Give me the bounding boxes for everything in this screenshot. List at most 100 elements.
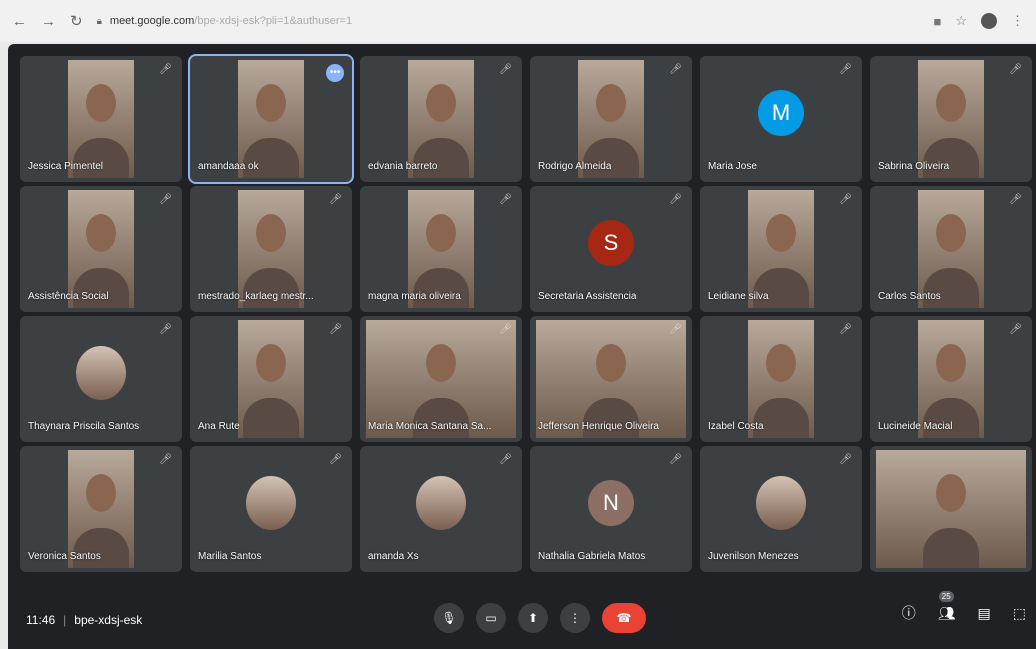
microphone-button[interactable]: 🎙︎ [434, 603, 464, 633]
browser-toolbar: ← → ↻ 🔒︎ meet.google.com/bpe-xdsj-esk?pl… [0, 0, 1036, 42]
leave-call-button[interactable]: ☎ [602, 603, 646, 633]
participant-tile[interactable]: 🎤︎ magna maria oliveira [360, 186, 522, 312]
muted-mic-icon: 🎤︎ [159, 64, 172, 75]
participant-name: mestrado_karlaeg mestr... [198, 291, 314, 302]
browser-menu-icon[interactable]: ⋮ [1011, 13, 1024, 29]
muted-mic-icon: 🎤︎ [669, 454, 682, 465]
participant-tile[interactable]: 🎤︎ edvania barreto [360, 56, 522, 182]
participant-name: magna maria oliveira [368, 291, 461, 302]
participant-avatar: S [588, 220, 634, 266]
meeting-details-icon[interactable]: ⓘ [902, 603, 916, 623]
participant-tile[interactable]: 🎤︎ Assistência Social [20, 186, 182, 312]
participant-tile[interactable]: S 🎤︎ Secretaria Assistencia [530, 186, 692, 312]
call-controls: 🎙︎ ▭ ⬆ ⋮ ☎ [434, 603, 646, 633]
profile-avatar[interactable] [981, 13, 997, 29]
participant-tile[interactable]: 🎤︎ Maria Monica Santana Sa... [360, 316, 522, 442]
participant-name: Leidiane silva [708, 291, 769, 302]
muted-mic-icon: 🎤︎ [329, 194, 342, 205]
participant-tile[interactable]: 🎤︎ Lucineide Macial [870, 316, 1032, 442]
muted-mic-icon: 🎤︎ [499, 454, 512, 465]
participant-tile[interactable]: 🎤︎ Izabel Costa [700, 316, 862, 442]
meeting-time: 11:46 [26, 613, 56, 627]
lock-icon: 🔒︎ [96, 15, 102, 27]
participant-name: Secretaria Assistencia [538, 291, 637, 302]
participant-name: Jefferson Henrique Oliveira [538, 421, 659, 432]
camera-button[interactable]: ▭ [476, 603, 506, 633]
participant-name: edvania barreto [368, 161, 438, 172]
muted-mic-icon: 🎤︎ [669, 194, 682, 205]
participant-profile-photo [76, 346, 126, 400]
participant-tile[interactable]: N 🎤︎ Nathalia Gabriela Matos [530, 446, 692, 572]
participant-tile[interactable]: 🎤︎ Carlos Santos [870, 186, 1032, 312]
participant-tile[interactable]: ••• amandaaa ok [188, 54, 354, 184]
muted-mic-icon: 🎤︎ [839, 194, 852, 205]
muted-mic-icon: 🎤︎ [499, 194, 512, 205]
muted-mic-icon: 🎤︎ [499, 324, 512, 335]
address-bar[interactable]: meet.google.com/bpe-xdsj-esk?pli=1&authu… [110, 15, 352, 27]
url-path: /bpe-xdsj-esk?pli=1&authuser=1 [194, 15, 353, 27]
participant-name: Juvenilson Menezes [708, 551, 799, 562]
participant-video [876, 450, 1026, 568]
participant-name: Thaynara Priscila Santos [28, 421, 140, 432]
url-domain: meet.google.com [109, 15, 195, 27]
participant-name: Izabel Costa [708, 421, 764, 432]
participant-tile[interactable]: 🎤︎ Rodrigo Almeida [530, 56, 692, 182]
muted-mic-icon: 🎤︎ [1009, 194, 1022, 205]
participant-tile[interactable]: 🎤︎ Thaynara Priscila Santos [20, 316, 182, 442]
muted-mic-icon: 🎤︎ [329, 454, 342, 465]
participant-count-badge: 25 [938, 590, 954, 602]
participant-name: Nathalia Gabriela Matos [538, 551, 646, 562]
participant-name: amandaaa ok [198, 161, 259, 172]
chat-icon[interactable]: ▤ [978, 605, 991, 622]
participant-tile[interactable]: 🎤︎ Marilia Santos [190, 446, 352, 572]
meeting-code: bpe-xdsj-esk [74, 613, 143, 627]
participant-avatar: M [758, 90, 804, 136]
participant-options-icon[interactable]: ••• [326, 64, 344, 82]
participant-tile[interactable]: 🎤︎ Jefferson Henrique Oliveira [530, 316, 692, 442]
present-button[interactable]: ⬆ [518, 603, 548, 633]
participant-name: Jessica Pimentel [28, 161, 104, 172]
participant-tile[interactable]: 🎤︎ Juvenilson Menezes [700, 446, 862, 572]
participant-tile[interactable]: 🎤︎ Jessica Pimentel [20, 56, 182, 182]
muted-mic-icon: 🎤︎ [839, 454, 852, 465]
camera-in-use-icon[interactable]: ■ [933, 14, 941, 29]
participant-tile[interactable]: 🎤︎ amanda Xs [360, 446, 522, 572]
participants-icon[interactable]: 👥︎ 25 [938, 590, 956, 622]
muted-mic-icon: 🎤︎ [159, 454, 172, 465]
muted-mic-icon: 🎤︎ [499, 64, 512, 75]
muted-mic-icon: 🎤︎ [1009, 324, 1022, 335]
participant-tile[interactable]: 🎤︎ Sabrina Oliveira [870, 56, 1032, 182]
muted-mic-icon: 🎤︎ [839, 64, 852, 75]
participant-tile[interactable]: 🎤︎ mestrado_karlaeg mestr... [190, 186, 352, 312]
back-icon[interactable]: ← [12, 13, 27, 30]
participant-name: Maria Jose [708, 161, 757, 172]
meet-window: 🎤︎ Jessica Pimentel ••• amandaaa ok 🎤︎ edvani… [8, 44, 1036, 649]
muted-mic-icon: 🎤︎ [329, 324, 342, 335]
participant-tile[interactable]: 🎤︎ Ana Rute [190, 316, 352, 442]
forward-icon[interactable]: → [41, 13, 56, 30]
participant-name: Carlos Santos [878, 291, 941, 302]
participant-profile-photo [246, 476, 296, 530]
participant-name: Sabrina Oliveira [878, 161, 950, 172]
participant-tile[interactable]: 🎤︎ Veronica Santos [20, 446, 182, 572]
muted-mic-icon: 🎤︎ [669, 324, 682, 335]
participant-name: Ana Rute [198, 421, 240, 432]
participant-name: Veronica Santos [28, 551, 101, 562]
more-options-button[interactable]: ⋮ [560, 603, 590, 633]
activities-icon[interactable]: ⬚ [1013, 605, 1026, 622]
bottom-bar: 11:46 | bpe-xdsj-esk 🎙︎ ▭ ⬆ ⋮ ☎ ⓘ 👥︎ 25 ▤ ⬚ [8, 590, 1036, 649]
muted-mic-icon: 🎤︎ [159, 194, 172, 205]
participant-video [238, 320, 304, 438]
participant-name: Rodrigo Almeida [538, 161, 612, 172]
reload-icon[interactable]: ↻ [70, 12, 83, 30]
participant-tile[interactable]: 🎤︎ Leidiane silva [700, 186, 862, 312]
participant-name: Assistência Social [28, 291, 109, 302]
muted-mic-icon: 🎤︎ [159, 324, 172, 335]
participant-profile-photo [756, 476, 806, 530]
participant-tile[interactable]: M 🎤︎ Maria Jose [700, 56, 862, 182]
participant-tile[interactable] [870, 446, 1032, 572]
muted-mic-icon: 🎤︎ [839, 324, 852, 335]
meeting-info: 11:46 | bpe-xdsj-esk [26, 613, 143, 627]
bookmark-star-icon[interactable]: ☆ [955, 13, 967, 29]
muted-mic-icon: 🎤︎ [1009, 64, 1022, 75]
